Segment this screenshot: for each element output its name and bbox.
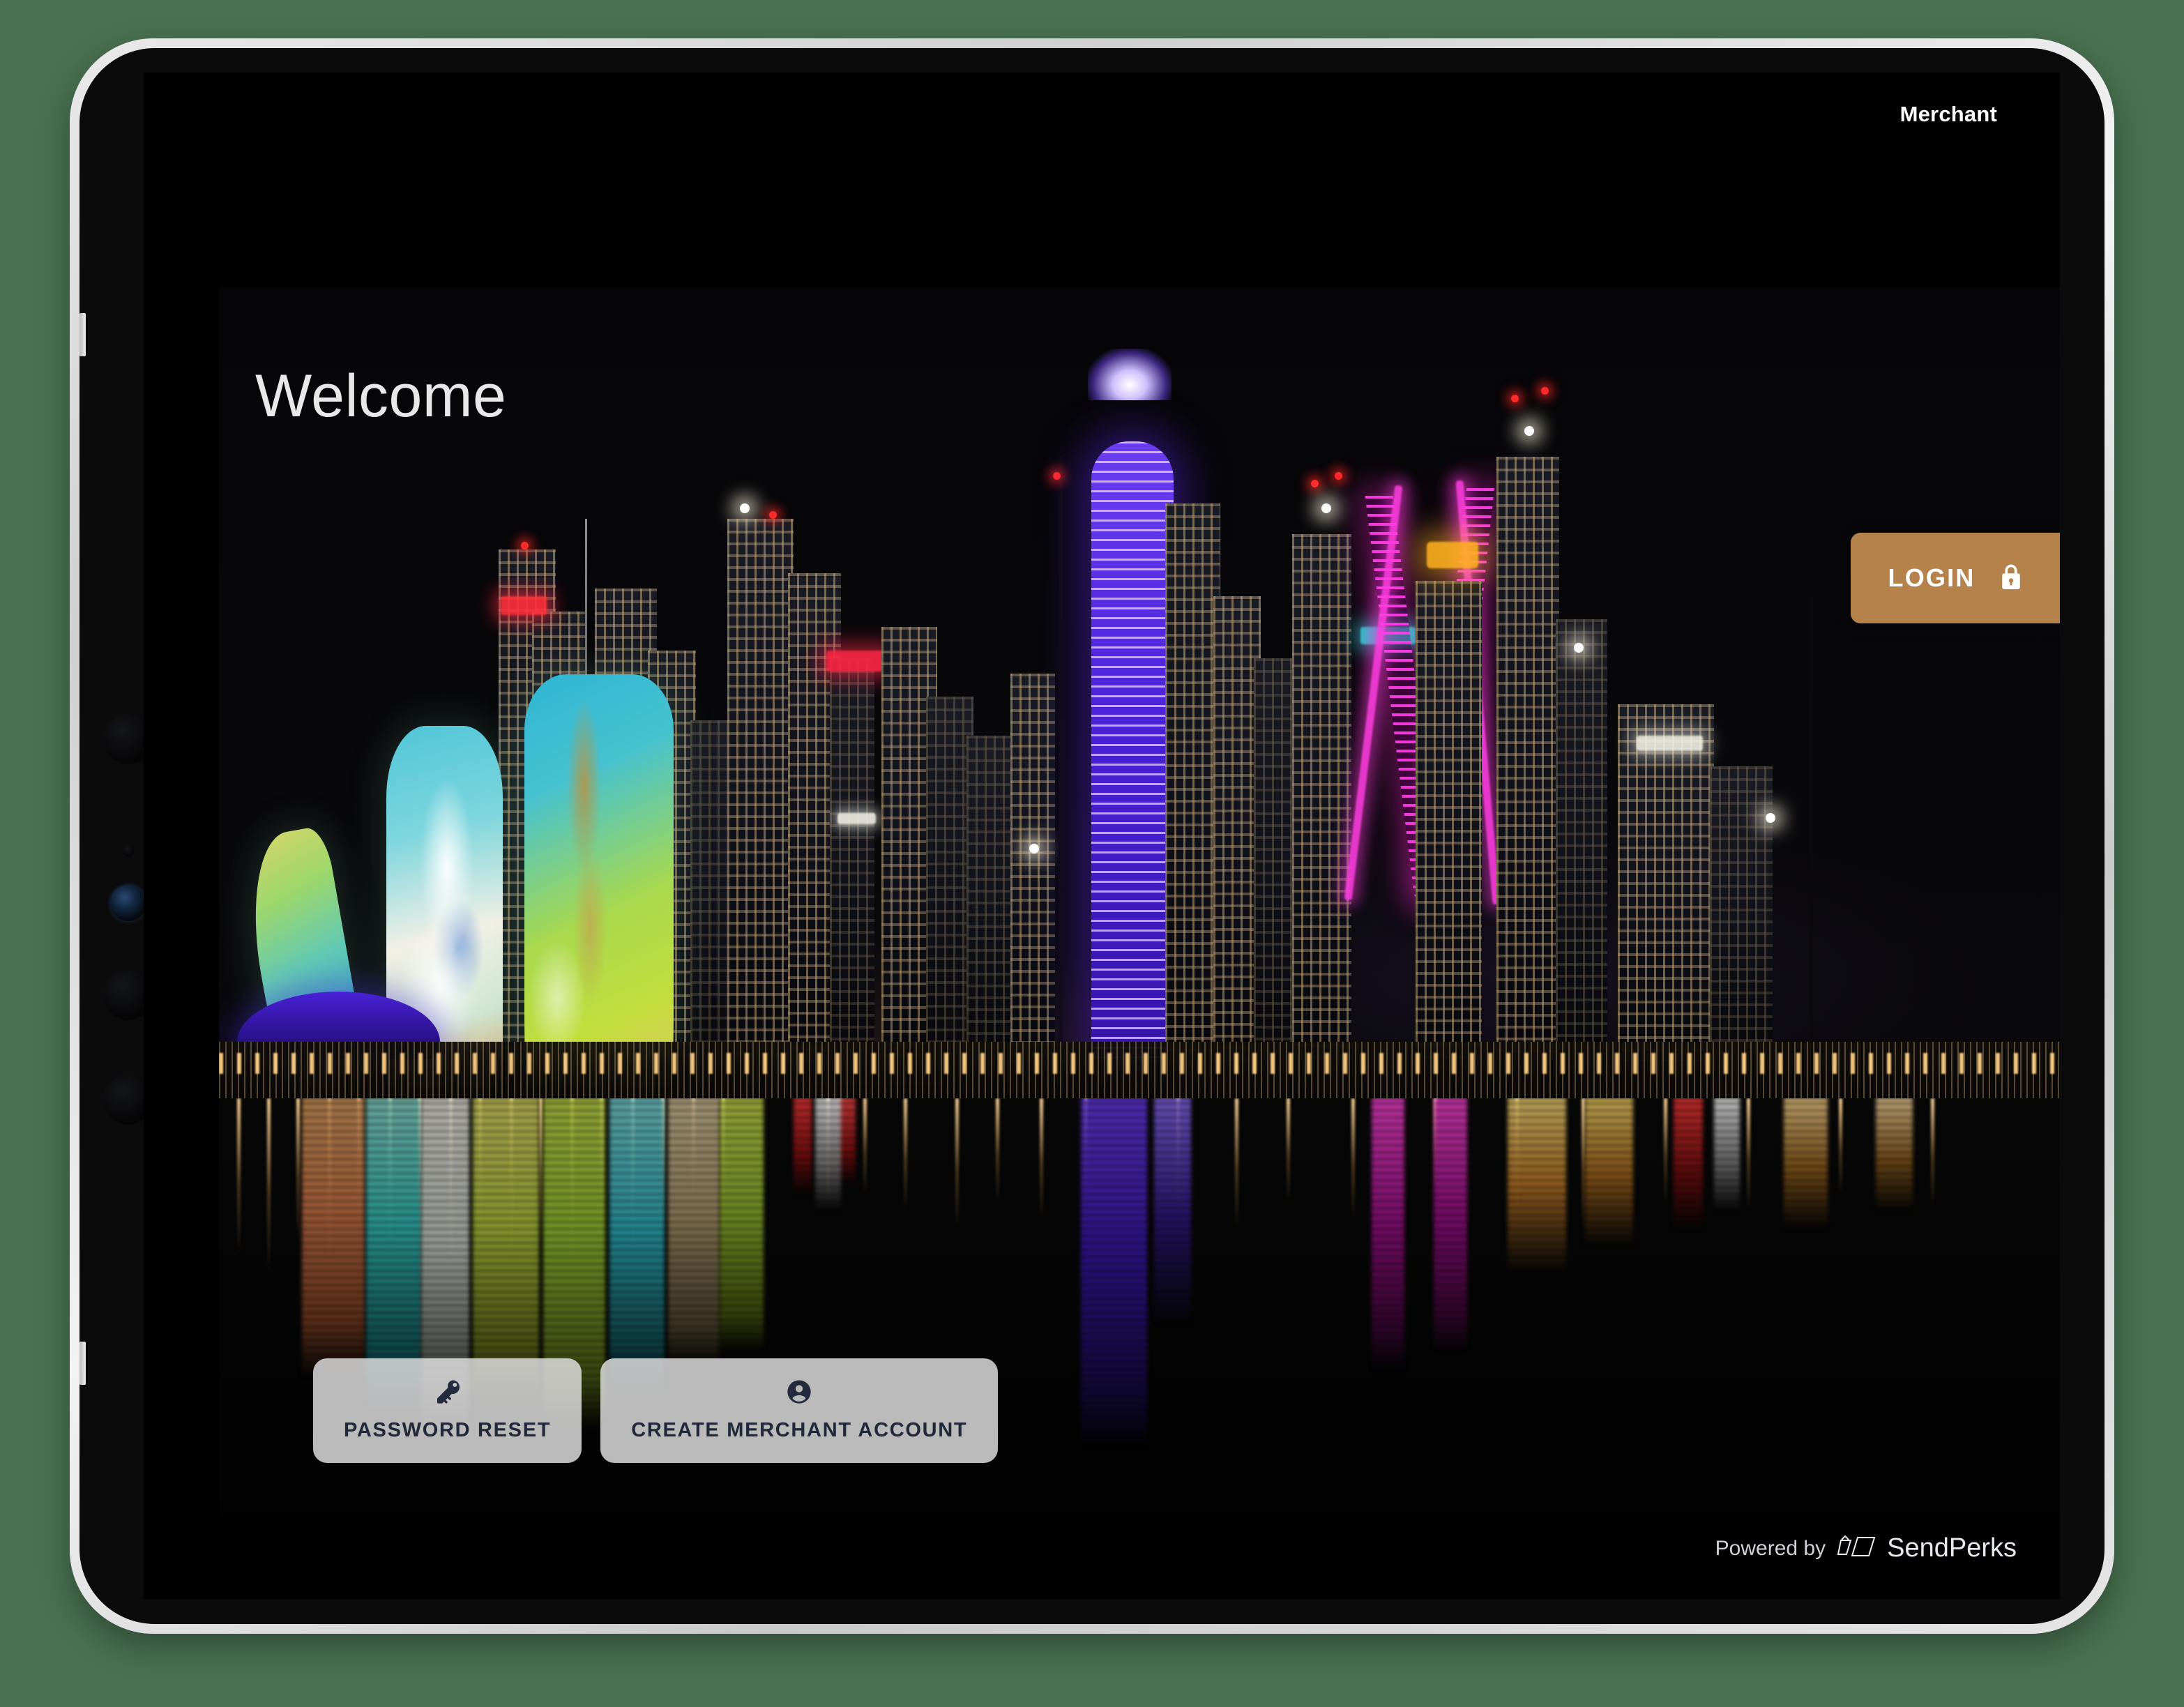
create-merchant-account-label: CREATE MERCHANT ACCOUNT (631, 1419, 968, 1441)
red-light-reflection-1 (793, 1098, 812, 1194)
volume-button-top (79, 313, 86, 356)
water-reflections (219, 1098, 2060, 1535)
festive-reflection-1 (1508, 1098, 1567, 1273)
key-icon (434, 1378, 462, 1408)
museum-reflection-cyan-2 (609, 1098, 665, 1395)
create-merchant-account-button[interactable]: CREATE MERCHANT ACCOUNT (600, 1358, 999, 1463)
login-button-label: LOGIN (1888, 563, 1976, 592)
museum-reflection-lime (720, 1098, 764, 1352)
tower-crown-light (1088, 348, 1172, 400)
app-header: Merchant (144, 73, 2060, 156)
purple-glow-reflection (1154, 1098, 1191, 1326)
white-light-reflection (815, 1098, 842, 1212)
tablet-device-frame: Merchant Welcome LOGIN PASSWORD RESET CR… (70, 38, 2114, 1634)
merchant-label: Merchant (1899, 102, 1997, 126)
powered-by-text: Powered by (1715, 1536, 1826, 1560)
festive-reflection-2 (1584, 1098, 1633, 1247)
page-title: Welcome (255, 363, 507, 430)
lock-icon (1999, 563, 2023, 593)
festive-reflection-4 (1876, 1098, 1913, 1212)
light-mast (1058, 457, 1063, 1061)
festive-reflection-red (1673, 1098, 1704, 1229)
sendperks-brand-name: SendPerks (1887, 1533, 2017, 1563)
bottom-action-bar: PASSWORD RESET CREATE MERCHANT ACCOUNT (313, 1358, 999, 1463)
waterfront-promenade (219, 1041, 2060, 1105)
camera-lens (110, 885, 146, 921)
magenta-reflection-1 (1371, 1098, 1405, 1370)
museum-reflection-orange (301, 1098, 365, 1378)
password-reset-label: PASSWORD RESET (344, 1419, 552, 1441)
volume-button-bottom (79, 1342, 86, 1385)
tablet-bezel: Merchant Welcome LOGIN PASSWORD RESET CR… (79, 48, 2105, 1624)
login-button[interactable]: LOGIN (1851, 533, 2060, 623)
powered-by-footer: Powered by SendPerks (1715, 1533, 2017, 1563)
festive-reflection-white (1713, 1098, 1740, 1212)
password-reset-button[interactable]: PASSWORD RESET (313, 1358, 582, 1463)
magenta-reflection-2 (1434, 1098, 1467, 1352)
purple-lit-tower (1091, 441, 1174, 1061)
purple-tower-reflection (1080, 1098, 1147, 1448)
festive-reflection-3 (1784, 1098, 1828, 1229)
sendperks-logo-icon (1837, 1533, 1876, 1563)
app-screen: Merchant Welcome LOGIN PASSWORD RESET CR… (144, 73, 2060, 1600)
museum-reflection-tan (668, 1098, 720, 1370)
background-photo (219, 287, 2060, 1535)
ambient-light-sensor (123, 845, 134, 856)
account-circle-icon (785, 1378, 813, 1408)
